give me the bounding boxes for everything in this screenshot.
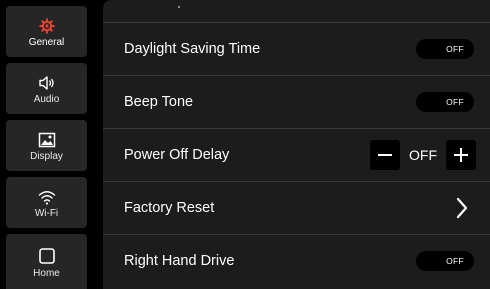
home-square-icon (38, 248, 55, 264)
toggle-value: OFF (446, 256, 464, 266)
right-hand-drive-toggle[interactable]: OFF (416, 251, 474, 271)
decrement-button[interactable] (370, 140, 400, 170)
setting-label: Factory Reset (124, 200, 215, 216)
plus-icon-vertical (460, 148, 462, 162)
sidebar-item-wifi[interactable]: Wi-Fi (6, 177, 87, 228)
setting-row-beep-tone[interactable]: Beep Tone OFF (103, 76, 490, 128)
setting-row-right-hand-drive[interactable]: Right Hand Drive OFF (103, 235, 490, 287)
sidebar-item-label: Wi-Fi (34, 208, 59, 219)
minus-icon (378, 154, 392, 156)
daylight-saving-toggle[interactable]: OFF (416, 39, 474, 59)
sidebar-item-label: Home (33, 268, 60, 279)
beep-tone-toggle[interactable]: OFF (416, 92, 474, 112)
image-icon (38, 132, 55, 148)
gear-icon (39, 18, 54, 34)
sidebar: General Audio Display Wi-Fi Home (0, 0, 90, 289)
speaker-icon (38, 76, 54, 90)
setting-label: Power Off Delay (124, 147, 230, 163)
sidebar-item-display[interactable]: Display (6, 120, 87, 171)
power-off-delay-stepper[interactable]: OFF (370, 140, 476, 170)
chevron-right-icon[interactable] (456, 197, 468, 219)
setting-label: Beep Tone (124, 94, 194, 110)
setting-row-power-off-delay[interactable]: Power Off Delay OFF (103, 129, 490, 181)
increment-button[interactable] (446, 140, 476, 170)
stepper-value: OFF (409, 147, 437, 163)
sidebar-item-label: Audio (33, 94, 60, 105)
setting-row-factory-reset[interactable]: Factory Reset (103, 182, 490, 234)
sidebar-item-home[interactable]: Home (6, 234, 87, 289)
sidebar-item-label: General (28, 37, 65, 48)
toggle-value: OFF (446, 97, 464, 107)
sidebar-item-label: Display (30, 151, 63, 162)
setting-row-daylight-saving[interactable]: Daylight Saving Time OFF (103, 23, 490, 75)
setting-label: Right Hand Drive (124, 253, 235, 269)
toggle-value: OFF (446, 44, 464, 54)
sidebar-item-general[interactable]: General (6, 6, 87, 57)
wifi-icon (38, 191, 55, 205)
setting-label: Daylight Saving Time (124, 41, 261, 57)
sidebar-item-audio[interactable]: Audio (6, 63, 87, 114)
scroll-remnant-dot (178, 6, 180, 8)
settings-panel[interactable]: Daylight Saving Time OFF Beep Tone OFF P… (103, 0, 490, 289)
